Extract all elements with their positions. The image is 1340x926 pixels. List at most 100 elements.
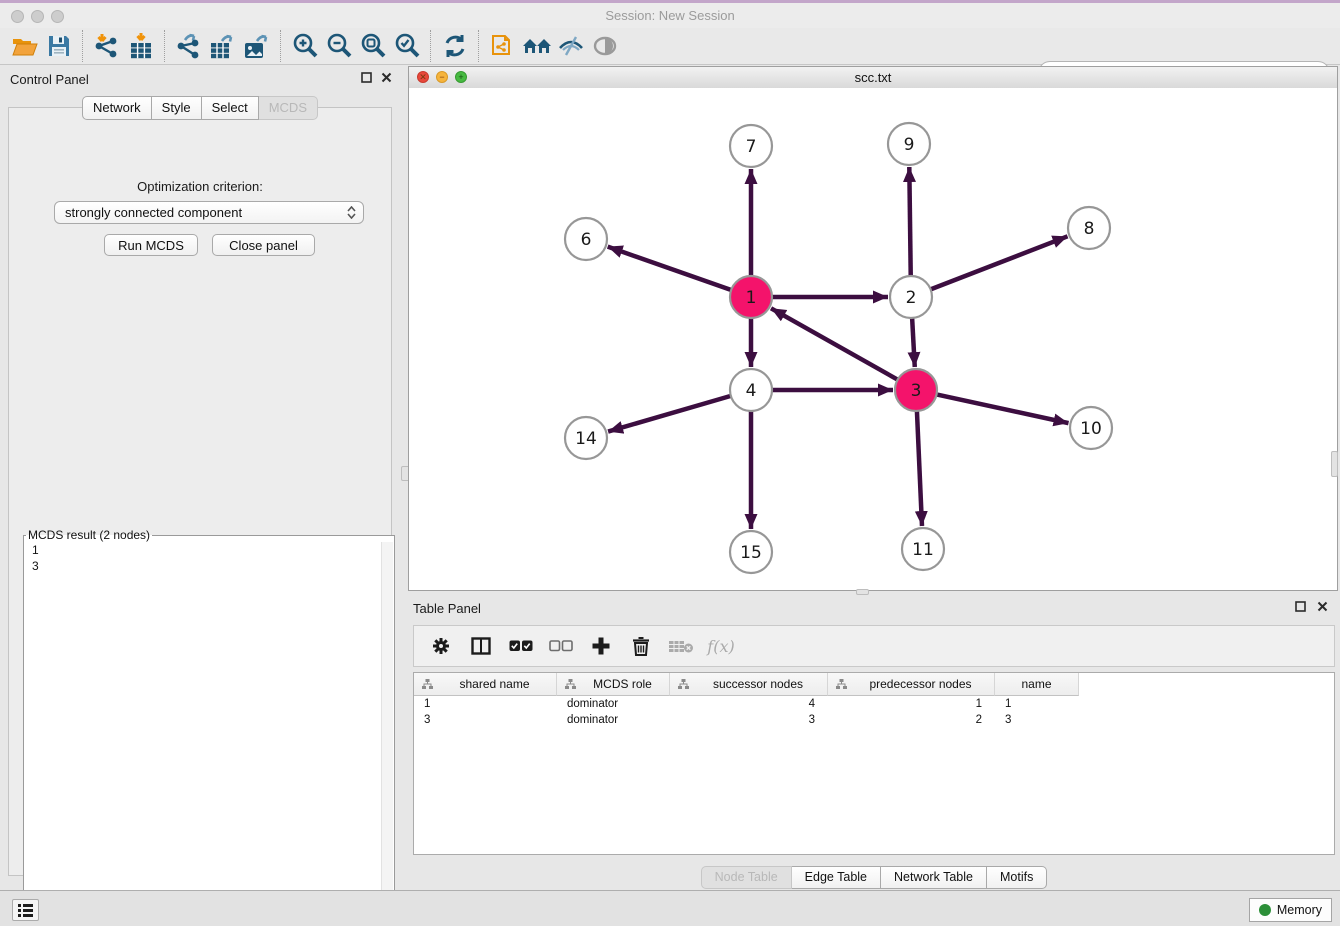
memory-button[interactable]: Memory (1249, 898, 1332, 922)
optimization-criterion-select[interactable]: strongly connected component (54, 201, 364, 224)
column-type-icon (565, 679, 576, 689)
table-tabs: Node TableEdge TableNetwork TableMotifs (408, 866, 1340, 889)
control-panel: Control Panel NetworkStyleSelectMCDS Opt… (0, 66, 400, 890)
table-cell[interactable]: 1 (414, 696, 557, 712)
tab-style[interactable]: Style (152, 96, 202, 120)
show-columns-icon[interactable] (468, 633, 494, 659)
run-mcds-button[interactable]: Run MCDS (104, 234, 198, 256)
mcds-result-box: MCDS result (2 nodes) 13 (23, 528, 395, 913)
memory-label: Memory (1277, 903, 1322, 917)
graph-edge-3-10[interactable] (937, 394, 1069, 423)
titlebar: Session: New Session (0, 3, 1340, 29)
table-tab-node-table[interactable]: Node Table (701, 866, 792, 889)
graph-edge-2-9[interactable] (909, 167, 910, 276)
table-tab-edge-table[interactable]: Edge Table (792, 866, 881, 889)
control-panel-tabs: NetworkStyleSelectMCDS (0, 96, 400, 120)
scrollbar-track[interactable] (381, 542, 393, 911)
table-cell[interactable]: dominator (557, 696, 670, 712)
graph-edge-3-1[interactable] (771, 308, 898, 379)
table-header-row: shared nameMCDS rolesuccessor nodesprede… (414, 673, 1334, 696)
tab-mcds[interactable]: MCDS (259, 96, 318, 120)
table-cell[interactable]: 2 (828, 712, 995, 728)
column-type-icon (422, 679, 433, 689)
zoom-fit-icon[interactable] (356, 30, 390, 62)
graph-edge-2-8[interactable] (931, 236, 1068, 289)
export-image-icon[interactable] (240, 30, 274, 62)
home-layout-icon[interactable] (520, 30, 554, 62)
table-tab-network-table[interactable]: Network Table (881, 866, 987, 889)
close-panel-button[interactable]: Close panel (212, 234, 315, 256)
graph-edge-2-3[interactable] (912, 318, 915, 367)
toolbar-separator (430, 30, 432, 62)
toggle-details-icon[interactable] (554, 30, 588, 62)
show-panel-list-button[interactable] (12, 899, 39, 921)
table-cell[interactable]: 4 (670, 696, 828, 712)
network-window-titlebar[interactable]: ✕ − + scc.txt (409, 67, 1337, 89)
node-table[interactable]: shared nameMCDS rolesuccessor nodesprede… (413, 672, 1335, 855)
table-settings-icon[interactable] (428, 633, 454, 659)
table-row[interactable]: 1dominator411 (414, 696, 1334, 712)
close-panel-icon[interactable] (381, 72, 392, 83)
delete-columns-icon[interactable] (628, 633, 654, 659)
graph-node-label: 15 (740, 543, 762, 563)
memory-status-icon (1259, 904, 1271, 916)
toolbar-separator (164, 30, 166, 62)
export-network-icon[interactable] (172, 30, 206, 62)
graph-edge-1-6[interactable] (608, 247, 731, 290)
import-table-icon[interactable] (124, 30, 158, 62)
horizontal-splitter-grip[interactable] (856, 589, 869, 595)
table-panel: Table Panel f(x) (408, 596, 1340, 890)
eye-icon (588, 30, 622, 62)
mcds-result-title: MCDS result (2 nodes) (26, 528, 152, 542)
zoom-in-icon[interactable] (288, 30, 322, 62)
mcds-result-list: 13 (25, 542, 393, 911)
add-column-icon[interactable] (588, 633, 614, 659)
toolbar-separator (280, 30, 282, 62)
table-cell[interactable]: 1 (995, 696, 1079, 712)
zoom-out-icon[interactable] (322, 30, 356, 62)
zoom-selected-icon[interactable] (390, 30, 424, 62)
refresh-layout-icon[interactable] (438, 30, 472, 62)
right-splitter-grip[interactable] (1331, 451, 1338, 477)
save-session-icon[interactable] (42, 30, 76, 62)
graph-node-label: 3 (911, 381, 922, 401)
close-table-panel-icon[interactable] (1317, 601, 1328, 612)
column-header-predecessor-nodes[interactable]: predecessor nodes (828, 673, 995, 696)
graph-edge-3-11[interactable] (917, 411, 922, 526)
table-cell[interactable]: dominator (557, 712, 670, 728)
table-toolbar: f(x) (413, 625, 1335, 667)
deselect-all-icon[interactable] (548, 633, 574, 659)
table-row[interactable]: 3dominator323 (414, 712, 1334, 728)
import-network-icon[interactable] (90, 30, 124, 62)
new-network-from-selection-icon[interactable] (486, 30, 520, 62)
table-body: 1dominator4113dominator323 (414, 696, 1334, 728)
table-cell[interactable]: 3 (670, 712, 828, 728)
open-session-icon[interactable] (8, 30, 42, 62)
float-table-panel-icon[interactable] (1295, 601, 1306, 612)
graph-edge-4-14[interactable] (608, 396, 731, 432)
column-label: shared name (433, 677, 556, 691)
column-header-successor-nodes[interactable]: successor nodes (670, 673, 828, 696)
column-header-name[interactable]: name (995, 673, 1079, 696)
graph-node-label: 2 (906, 288, 917, 308)
tab-select[interactable]: Select (202, 96, 259, 120)
graph-node-label: 10 (1080, 419, 1102, 439)
select-all-icon[interactable] (508, 633, 534, 659)
table-cell[interactable]: 3 (414, 712, 557, 728)
table-tab-motifs[interactable]: Motifs (987, 866, 1047, 889)
window-title: Session: New Session (0, 8, 1340, 23)
select-stepper-icon (342, 206, 360, 219)
delete-table-icon (668, 633, 694, 659)
float-panel-icon[interactable] (361, 72, 372, 83)
column-label: name (995, 677, 1078, 691)
table-cell[interactable]: 3 (995, 712, 1079, 728)
column-type-icon (678, 679, 689, 689)
tab-network[interactable]: Network (82, 96, 152, 120)
graph-node-label: 8 (1084, 219, 1095, 239)
network-canvas[interactable]: 7968124314101511 (409, 88, 1337, 590)
column-header-MCDS-role[interactable]: MCDS role (557, 673, 670, 696)
table-cell[interactable]: 1 (828, 696, 995, 712)
column-header-shared-name[interactable]: shared name (414, 673, 557, 696)
export-table-icon[interactable] (206, 30, 240, 62)
optimization-criterion-label: Optimization criterion: (9, 179, 391, 194)
